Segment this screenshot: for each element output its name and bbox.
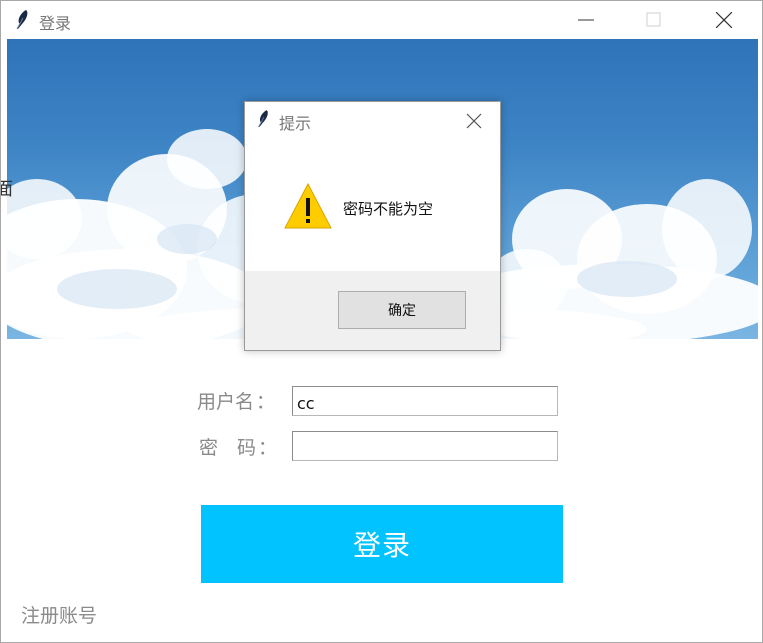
password-label-text: 密 码 <box>199 437 257 459</box>
login-button[interactable]: 登录 <box>201 505 563 583</box>
alert-dialog: 提示 密码不能为空 确定 <box>244 101 501 351</box>
username-label-colon: ： <box>256 391 276 413</box>
dialog-footer: 确定 <box>245 271 500 350</box>
password-label-colon: ： <box>258 437 278 459</box>
minimize-icon <box>578 19 594 21</box>
username-label: 用户名： <box>197 387 275 414</box>
username-label-text: 用户名 <box>197 391 255 413</box>
feather-icon <box>258 110 268 128</box>
maximize-button[interactable] <box>631 1 677 39</box>
username-input[interactable] <box>292 386 558 416</box>
dialog-titlebar[interactable]: 提示 <box>245 102 500 138</box>
maximize-icon <box>646 12 661 27</box>
clipped-text: 面 <box>1 175 13 201</box>
warning-icon <box>284 182 332 229</box>
window-title: 登录 <box>39 14 72 33</box>
register-link[interactable]: 注册账号 <box>21 601 97 628</box>
minimize-button[interactable] <box>563 1 609 39</box>
ok-button[interactable]: 确定 <box>338 291 466 329</box>
dialog-title: 提示 <box>279 114 312 133</box>
password-input[interactable] <box>292 431 558 461</box>
dialog-message: 密码不能为空 <box>343 200 434 218</box>
feather-icon <box>16 10 28 30</box>
password-label: 密 码： <box>199 433 277 460</box>
dialog-close-icon[interactable] <box>463 110 485 132</box>
close-icon <box>716 12 732 28</box>
close-button[interactable] <box>701 1 747 39</box>
window-titlebar[interactable]: 登录 <box>1 1 762 39</box>
